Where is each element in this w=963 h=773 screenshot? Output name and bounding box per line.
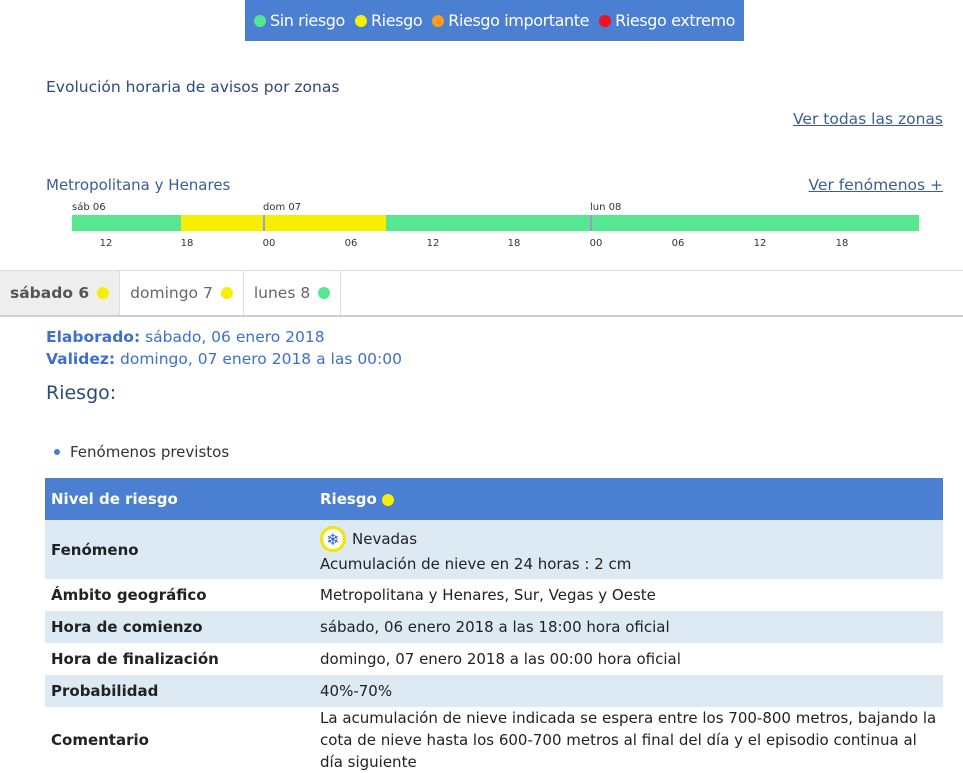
elaborado-value: sábado, 06 enero 2018 xyxy=(145,328,325,346)
table-row: Ámbito geográfico Metropolitana y Henare… xyxy=(45,579,943,611)
elaborado-line: Elaborado: sábado, 06 enero 2018 xyxy=(46,328,325,346)
timeline-tick: 06 xyxy=(671,238,685,249)
tab-label: lunes 8 xyxy=(253,284,311,302)
tab-lunes[interactable]: lunes 8 xyxy=(244,271,342,315)
risk-legend: Sin riesgo Riesgo Riesgo importante Ries… xyxy=(245,0,744,41)
see-all-zones-link[interactable]: Ver todas las zonas xyxy=(793,110,943,128)
timeline-tick: 06 xyxy=(344,238,358,249)
table-header-row: Nivel de riesgo Riesgo xyxy=(45,478,943,520)
tab-label: domingo 7 xyxy=(130,284,213,302)
timeline-segment-sin-riesgo xyxy=(72,215,181,231)
row-value: ❄ Nevadas Acumulación de nieve en 24 hor… xyxy=(314,520,943,579)
legend-sin-riesgo: Sin riesgo xyxy=(253,11,345,30)
day-tabs: sábado 6 domingo 7 lunes 8 xyxy=(0,270,963,317)
timeline-tick: 00 xyxy=(589,238,603,249)
timeline-segment-sin-riesgo xyxy=(386,215,919,231)
table-row: Fenómeno ❄ Nevadas Acumulación de nieve … xyxy=(45,520,943,579)
row-value: 40%-70% xyxy=(314,675,943,707)
legend-riesgo-extremo: Riesgo extremo xyxy=(599,11,735,30)
phenomenon-detail: Acumulación de nieve en 24 horas : 2 cm xyxy=(320,555,632,573)
table-header-cell: Riesgo xyxy=(314,478,943,520)
timeline-day-separator xyxy=(263,215,265,231)
green-dot-icon xyxy=(253,14,266,27)
legend-label: Riesgo extremo xyxy=(615,11,736,30)
see-phenomena-link[interactable]: Ver fenómenos + xyxy=(809,176,943,194)
timeline-tick: 00 xyxy=(262,238,276,249)
tab-label: sábado 6 xyxy=(10,284,90,302)
risk-table: Nivel de riesgo Riesgo Fenómeno ❄ Nevada… xyxy=(45,478,943,773)
row-value: La acumulación de nieve indicada se espe… xyxy=(320,709,937,771)
row-label: Probabilidad xyxy=(45,675,314,707)
red-dot-icon xyxy=(599,14,612,27)
row-value: sábado, 06 enero 2018 a las 18:00 hora o… xyxy=(314,611,943,643)
validez-value: domingo, 07 enero 2018 a las 00:00 xyxy=(120,350,402,368)
timeline-tick: 18 xyxy=(507,238,521,249)
row-label: Fenómeno xyxy=(45,520,314,579)
tab-sabado[interactable]: sábado 6 xyxy=(0,271,121,315)
row-value: domingo, 07 enero 2018 a las 00:00 hora … xyxy=(320,650,681,668)
table-row: Hora de comienzo sábado, 06 enero 2018 a… xyxy=(45,611,943,643)
zone-title: Metropolitana y Henares xyxy=(46,176,231,194)
legend-label: Riesgo xyxy=(370,11,423,30)
orange-dot-icon xyxy=(432,14,445,27)
phenomenon-line: ❄ Nevadas xyxy=(320,526,937,552)
table-header-cell: Nivel de riesgo xyxy=(45,478,314,520)
bullet-text: Fenómenos previstos xyxy=(70,443,230,461)
header-risk-label: Riesgo xyxy=(320,490,377,508)
yellow-dot-icon xyxy=(354,14,367,27)
elaborado-label: Elaborado: xyxy=(46,328,141,346)
row-label: Hora de comienzo xyxy=(45,611,314,643)
hourly-timeline: sáb 06 dom 07 lun 08 12 18 00 06 12 18 0… xyxy=(72,200,919,250)
row-value: Metropolitana y Henares, Sur, Vegas y Oe… xyxy=(320,586,656,604)
legend-riesgo: Riesgo xyxy=(354,11,423,30)
legend-riesgo-importante: Riesgo importante xyxy=(432,11,590,30)
bullet-icon xyxy=(54,449,60,455)
timeline-day-label: sáb 06 xyxy=(72,202,106,213)
row-label: Comentario xyxy=(51,731,149,749)
riesgo-heading: Riesgo: xyxy=(46,382,117,404)
row-label: Hora de finalización xyxy=(51,650,219,668)
tab-domingo[interactable]: domingo 7 xyxy=(120,271,244,315)
timeline-day-label: dom 07 xyxy=(263,202,302,213)
timeline-tick: 12 xyxy=(99,238,113,249)
table-row: Probabilidad 40%-70% xyxy=(45,675,943,707)
table-row: Hora de finalización domingo, 07 enero 2… xyxy=(45,643,943,675)
table-row: Comentario La acumulación de nieve indic… xyxy=(45,707,943,773)
timeline-tick: 18 xyxy=(835,238,849,249)
timeline-segment-riesgo xyxy=(181,215,386,231)
yellow-dot-icon xyxy=(220,287,233,299)
yellow-dot-icon xyxy=(97,287,110,299)
row-label: Ámbito geográfico xyxy=(51,586,207,604)
timeline-tick: 12 xyxy=(753,238,767,249)
timeline-day-separator xyxy=(590,215,592,231)
legend-label: Riesgo importante xyxy=(448,11,590,30)
snowflake-icon: ❄ xyxy=(320,526,346,552)
yellow-dot-icon xyxy=(382,493,395,506)
list-item: Fenómenos previstos xyxy=(54,443,229,461)
validez-line: Validez: domingo, 07 enero 2018 a las 00… xyxy=(46,350,402,368)
validez-label: Validez: xyxy=(46,350,116,368)
legend-label: Sin riesgo xyxy=(269,11,345,30)
timeline-tick: 18 xyxy=(180,238,194,249)
timeline-day-label: lun 08 xyxy=(590,202,622,213)
phenomenon-name: Nevadas xyxy=(352,530,418,548)
timeline-tick: 12 xyxy=(426,238,440,249)
green-dot-icon xyxy=(318,287,331,299)
section-title: Evolución horaria de avisos por zonas xyxy=(46,78,340,96)
